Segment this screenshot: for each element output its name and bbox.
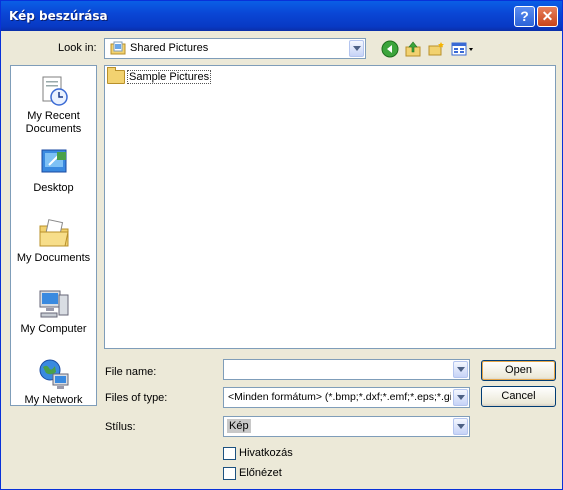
places-bar: My Recent Documents Desktop My Documents… bbox=[10, 65, 97, 406]
recent-documents-icon bbox=[37, 74, 71, 108]
place-my-documents[interactable]: My Documents bbox=[11, 216, 96, 265]
hivatkozas-checkbox[interactable] bbox=[223, 447, 236, 460]
elonezet-label: Előnézet bbox=[239, 467, 282, 479]
file-name-label: File name: bbox=[105, 366, 157, 378]
my-computer-icon bbox=[37, 287, 71, 321]
place-my-network[interactable]: My Network bbox=[11, 358, 96, 407]
place-label: My Documents bbox=[16, 252, 91, 264]
look-in-dropdown[interactable]: Shared Pictures bbox=[104, 38, 366, 59]
stilus-value: Kép bbox=[227, 419, 251, 433]
my-network-icon bbox=[37, 358, 71, 392]
shared-folder-icon bbox=[110, 41, 126, 55]
list-item[interactable]: Sample Pictures bbox=[107, 67, 212, 86]
folder-icon bbox=[107, 67, 125, 84]
window-title: Kép beszúrása bbox=[9, 9, 108, 23]
views-menu-icon[interactable] bbox=[451, 40, 475, 58]
files-of-type-value: <Minden formátum> (*.bmp;*.dxf;*.emf;*.e… bbox=[228, 391, 451, 403]
back-icon[interactable] bbox=[381, 40, 399, 58]
chevron-down-icon[interactable] bbox=[349, 40, 364, 57]
chevron-down-icon[interactable] bbox=[453, 389, 468, 406]
place-label: My Computer bbox=[20, 323, 87, 335]
hivatkozas-label: Hivatkozás bbox=[239, 447, 293, 459]
up-folder-icon[interactable] bbox=[404, 40, 422, 58]
files-of-type-dropdown[interactable]: <Minden formátum> (*.bmp;*.dxf;*.emf;*.e… bbox=[223, 387, 470, 408]
place-label: My Recent bbox=[27, 110, 80, 122]
my-documents-icon bbox=[37, 216, 71, 250]
dialog-window: Kép beszúrása ? ✕ Look in: Shared Pictur… bbox=[0, 0, 563, 490]
place-label: My Network bbox=[24, 394, 83, 406]
file-list[interactable]: Sample Pictures bbox=[104, 65, 556, 349]
stilus-dropdown[interactable]: Kép bbox=[223, 416, 470, 437]
cancel-button[interactable]: Cancel bbox=[481, 386, 556, 407]
chevron-down-icon[interactable] bbox=[453, 418, 468, 435]
place-my-recent-documents[interactable]: My Recent Documents bbox=[11, 74, 96, 136]
elonezet-checkbox[interactable] bbox=[223, 467, 236, 480]
stilus-label: Stílus: bbox=[105, 421, 136, 433]
file-name-input[interactable] bbox=[223, 359, 470, 380]
chevron-down-icon[interactable] bbox=[453, 361, 468, 378]
help-button[interactable]: ? bbox=[514, 6, 535, 27]
new-folder-icon[interactable] bbox=[427, 40, 445, 58]
look-in-value: Shared Pictures bbox=[130, 42, 209, 54]
place-my-computer[interactable]: My Computer bbox=[11, 287, 96, 336]
close-button[interactable]: ✕ bbox=[537, 6, 558, 27]
place-desktop[interactable]: Desktop bbox=[11, 146, 96, 195]
place-label-line2: Documents bbox=[25, 123, 82, 135]
look-in-label: Look in: bbox=[58, 42, 97, 54]
desktop-icon bbox=[37, 146, 71, 180]
title-bar[interactable]: Kép beszúrása ? ✕ bbox=[1, 1, 562, 31]
files-of-type-label: Files of type: bbox=[105, 392, 168, 404]
place-label: Desktop bbox=[33, 182, 74, 194]
open-button[interactable]: Open bbox=[481, 360, 556, 381]
list-item-name: Sample Pictures bbox=[127, 69, 212, 84]
